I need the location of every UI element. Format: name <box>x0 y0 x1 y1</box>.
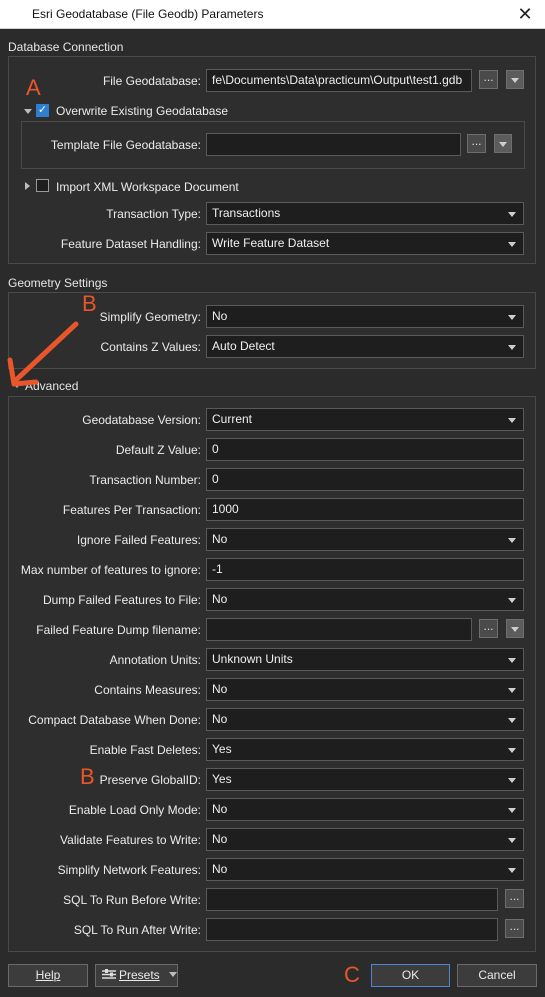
help-button[interactable]: Help <box>8 964 88 987</box>
geodatabase-version-select[interactable]: Current <box>206 408 524 431</box>
import-xml-expand-icon[interactable] <box>25 182 30 190</box>
failed-feature-dump-filename-browse-button[interactable]: ... <box>479 619 498 638</box>
ok-button[interactable]: OK <box>371 964 450 987</box>
close-icon[interactable]: ✕ <box>513 3 537 25</box>
cancel-button[interactable]: Cancel <box>457 964 537 987</box>
sql-to-run-after-write-label: SQL To Run After Write: <box>73 923 201 937</box>
geodatabase-version-label: Geodatabase Version: <box>82 413 201 427</box>
dump-failed-features-to-file-label: Dump Failed Features to File: <box>42 593 201 607</box>
help-button-label: Help <box>35 968 61 982</box>
presets-button-label: Presets <box>118 968 160 982</box>
template-gdb-label: Template File Geodatabase: <box>50 138 201 152</box>
sql-to-run-before-write-input[interactable] <box>206 888 498 911</box>
simplify-network-features-select[interactable]: No <box>206 858 524 881</box>
transaction-type-select[interactable]: Transactions <box>206 202 524 225</box>
failed-feature-dump-filename-menu-button[interactable] <box>506 619 524 638</box>
annotation-units-label: Annotation Units: <box>109 653 201 667</box>
overwrite-label: Overwrite Existing Geodatabase <box>56 104 229 118</box>
enable-fast-deletes-select[interactable]: Yes <box>206 738 524 761</box>
import-xml-label: Import XML Workspace Document <box>56 180 239 194</box>
enable-load-only-mode-select[interactable]: No <box>206 798 524 821</box>
window-title: Esri Geodatabase (File Geodb) Parameters <box>32 7 264 21</box>
enable-fast-deletes-label: Enable Fast Deletes: <box>89 743 201 757</box>
failed-feature-dump-filename-label: Failed Feature Dump filename: <box>36 623 201 637</box>
features-per-transaction-label: Features Per Transaction: <box>62 503 201 517</box>
max-number-of-features-to-ignore-input[interactable]: -1 <box>206 558 524 581</box>
annotation-b-globalid: B <box>80 764 95 789</box>
compact-database-when-done-label: Compact Database When Done: <box>28 713 201 727</box>
sql-to-run-after-write-input[interactable] <box>206 918 498 941</box>
preserve-globalid-label: Preserve GlobalID: <box>99 773 201 787</box>
compact-database-when-done-select[interactable]: No <box>206 708 524 731</box>
failed-feature-dump-filename-input[interactable] <box>206 618 472 641</box>
default-z-value-input[interactable]: 0 <box>206 438 524 461</box>
contains-measures-select[interactable]: No <box>206 678 524 701</box>
validate-features-to-write-label: Validate Features to Write: <box>60 833 201 847</box>
presets-icon <box>101 969 116 979</box>
feature-dataset-select[interactable]: Write Feature Dataset <box>206 232 524 255</box>
database-connection-heading: Database Connection <box>8 40 124 54</box>
geometry-settings-heading: Geometry Settings <box>8 276 108 290</box>
z-values-select[interactable]: Auto Detect <box>206 335 524 358</box>
presets-button[interactable]: Presets <box>95 964 178 987</box>
transaction-number-input[interactable]: 0 <box>206 468 524 491</box>
arrow-annotation-icon <box>7 321 79 387</box>
ignore-failed-features-label: Ignore Failed Features: <box>76 533 201 547</box>
template-gdb-input[interactable] <box>206 133 461 156</box>
feature-dataset-label: Feature Dataset Handling: <box>60 237 201 251</box>
import-xml-checkbox[interactable] <box>36 179 49 192</box>
simplify-network-features-label: Simplify Network Features: <box>57 863 201 877</box>
overwrite-expand-icon[interactable] <box>24 109 32 114</box>
sql-to-run-before-write-label: SQL To Run Before Write: <box>63 893 201 907</box>
title-bar: Esri Geodatabase (File Geodb) Parameters… <box>0 0 545 29</box>
preserve-globalid-select[interactable]: Yes <box>206 768 524 791</box>
presets-chevron-down-icon <box>169 972 178 977</box>
file-gdb-browse-button[interactable]: ... <box>479 70 498 89</box>
simplify-geometry-select[interactable]: No <box>206 305 524 328</box>
default-z-value-label: Default Z Value: <box>115 443 201 457</box>
sql-to-run-after-write-browse-button[interactable]: ... <box>505 919 524 938</box>
annotation-b-geometry: B <box>82 291 97 316</box>
validate-features-to-write-select[interactable]: No <box>206 828 524 851</box>
ignore-failed-features-select[interactable]: No <box>206 528 524 551</box>
annotation-a: A <box>26 75 41 100</box>
contains-measures-label: Contains Measures: <box>94 683 201 697</box>
enable-load-only-mode-label: Enable Load Only Mode: <box>68 803 201 817</box>
transaction-type-label: Transaction Type: <box>106 207 201 221</box>
file-gdb-input[interactable]: fe\Documents\Data\practicum\Output\test1… <box>206 69 472 92</box>
file-gdb-label: File Geodatabase: <box>102 74 201 88</box>
annotation-c: C <box>344 962 360 987</box>
max-number-of-features-to-ignore-label: Max number of features to ignore: <box>20 563 201 577</box>
overwrite-checkbox[interactable]: ✓ <box>36 104 49 117</box>
sql-to-run-before-write-browse-button[interactable]: ... <box>505 889 524 908</box>
template-gdb-browse-button[interactable]: ... <box>467 134 486 153</box>
template-gdb-menu-button[interactable] <box>494 134 512 153</box>
transaction-number-label: Transaction Number: <box>89 473 201 487</box>
annotation-units-select[interactable]: Unknown Units <box>206 648 524 671</box>
dump-failed-features-to-file-select[interactable]: No <box>206 588 524 611</box>
file-gdb-menu-button[interactable] <box>506 70 524 89</box>
features-per-transaction-input[interactable]: 1000 <box>206 498 524 521</box>
